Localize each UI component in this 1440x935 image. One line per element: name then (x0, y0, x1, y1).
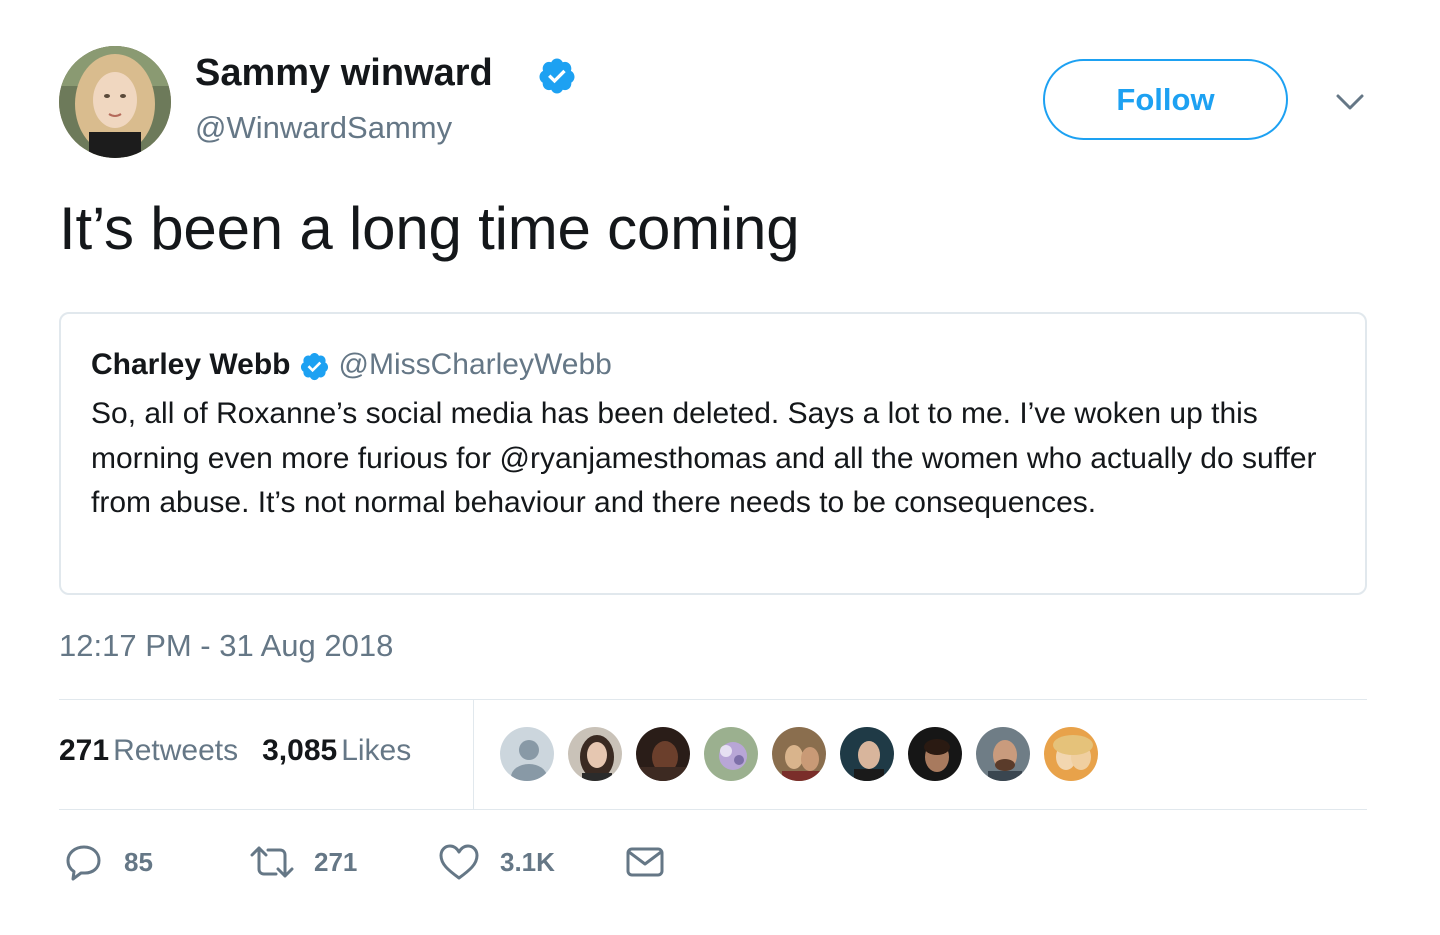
liker-avatar[interactable] (1042, 725, 1100, 783)
divider (59, 809, 1367, 810)
quoted-tweet-text: So, all of Roxanne’s social media has be… (91, 397, 1317, 519)
retweets-stat[interactable]: 271 Retweets (59, 734, 238, 768)
vertical-divider (473, 700, 474, 809)
liker-avatar[interactable] (770, 725, 828, 783)
tweet-text: It’s been a long time coming (59, 195, 800, 262)
direct-message-action[interactable] (625, 842, 665, 882)
verified-badge-icon (300, 352, 328, 380)
quoted-tweet[interactable]: Charley Webb @MissCharleyWebb So, all of… (59, 312, 1367, 595)
retweets-label: Retweets (113, 734, 239, 767)
verified-badge-icon (539, 58, 575, 94)
author-avatar[interactable] (59, 46, 171, 158)
divider (59, 699, 1367, 700)
quoted-tweet-header: Charley Webb @MissCharleyWebb (91, 348, 612, 382)
likes-label: Likes (341, 734, 412, 767)
liker-avatar[interactable] (634, 725, 692, 783)
default-avatar-icon[interactable] (498, 725, 556, 783)
retweet-count: 271 (314, 846, 358, 877)
reply-icon (66, 845, 101, 881)
liker-avatars (498, 725, 1110, 783)
like-count: 3.1K (500, 846, 555, 877)
liker-avatar[interactable] (974, 725, 1032, 783)
quoted-author-handle: @MissCharleyWebb (338, 348, 612, 381)
envelope-icon (626, 847, 664, 877)
liker-avatar[interactable] (906, 725, 964, 783)
retweets-count: 271 (59, 734, 110, 767)
heart-icon (439, 844, 479, 880)
follow-button[interactable]: Follow (1043, 59, 1288, 140)
retweet-icon (250, 846, 294, 878)
like-action[interactable]: 3.1K (438, 842, 555, 882)
liker-avatar[interactable] (838, 725, 896, 783)
likes-stat[interactable]: 3,085 Likes (262, 734, 411, 768)
quoted-author-name: Charley Webb (91, 348, 291, 381)
liker-avatar[interactable] (566, 725, 624, 783)
tweet-card: Sammy winward @WinwardSammy Follow It’s … (0, 0, 1440, 935)
liker-avatar[interactable] (702, 725, 760, 783)
reply-count: 85 (124, 846, 153, 877)
likes-count: 3,085 (262, 734, 338, 767)
author-handle[interactable]: @WinwardSammy (195, 110, 452, 146)
retweet-action[interactable]: 271 (250, 842, 357, 882)
reply-action[interactable]: 85 (64, 842, 153, 882)
tweet-timestamp[interactable]: 12:17 PM - 31 Aug 2018 (59, 628, 393, 664)
chevron-down-icon[interactable] (1334, 90, 1366, 114)
tweet-stats: 271 Retweets 3,085 Likes (59, 734, 435, 768)
author-display-name[interactable]: Sammy winward (195, 52, 493, 95)
